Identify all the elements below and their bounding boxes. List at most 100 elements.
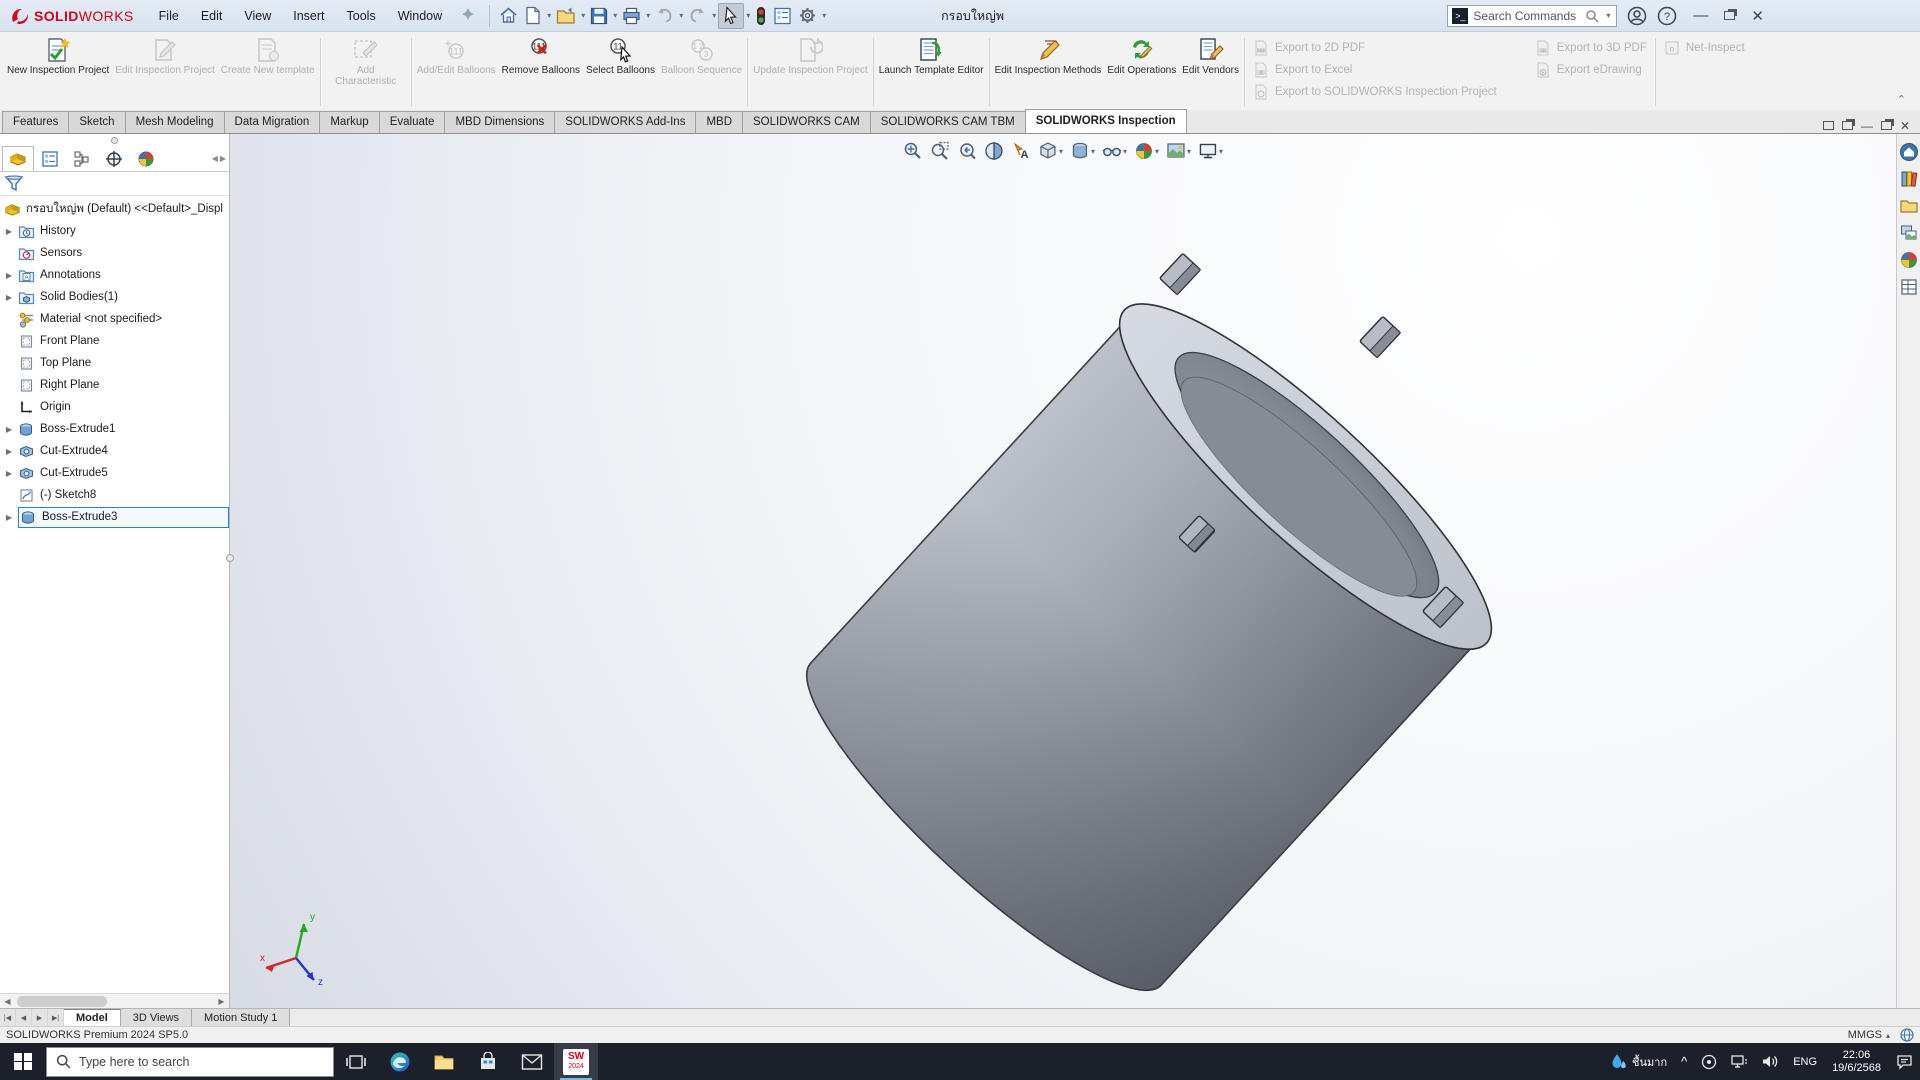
microsoft-store-icon[interactable] [466,1043,510,1080]
tree-item-sketch8[interactable]: (-) Sketch8 [0,484,229,506]
tab-solidworks-inspection[interactable]: SOLIDWORKS Inspection [1025,109,1187,133]
export-excel-button[interactable]: X Export to Excel [1253,60,1497,79]
new-inspection-project-button[interactable]: New Inspection Project [4,34,112,110]
units-selector[interactable]: MMGS▴ [1848,1029,1890,1041]
export-edrawing-button[interactable]: e Export eDrawing [1535,60,1647,79]
tree-item-history[interactable]: ▶ History [0,220,229,242]
export-solidworks-inspection-project-button[interactable]: Export to SOLIDWORKS Inspection Project [1253,82,1497,101]
menu-edit[interactable]: Edit [190,0,234,32]
edit-inspection-methods-button[interactable]: Edit Inspection Methods [992,34,1105,110]
tree-item-cut-extrude5[interactable]: ▶ Cut-Extrude5 [0,462,229,484]
solidworks-app-taskbar-icon[interactable]: SW 2024 [554,1043,598,1080]
panel-horizontal-scrollbar[interactable]: ◀ ▶ [0,993,229,1008]
edge-browser-icon[interactable] [378,1043,422,1080]
ribbon-collapse-chevron[interactable]: ⌃ [1887,89,1916,110]
graphics-viewport[interactable]: A ▾ ▾ ▾ ▾ [230,134,1896,1008]
tab-solidworks-cam-tbm[interactable]: SOLIDWORKS CAM TBM [870,111,1026,133]
selection-filter-button[interactable] [752,3,770,29]
meet-now-icon[interactable] [1694,1043,1724,1080]
edit-appearance-button[interactable]: ▾ [1132,139,1161,163]
launch-template-editor-button[interactable]: Launch Template Editor [876,34,987,110]
volume-icon[interactable] [1755,1043,1786,1080]
select-balloons-button[interactable]: 11 Select Balloons [583,34,658,110]
start-button[interactable] [0,1043,46,1080]
dimxpert-manager-tab[interactable] [98,146,130,171]
custom-properties-icon[interactable] [1899,277,1919,297]
mail-icon[interactable] [510,1043,554,1080]
add-characteristic-button[interactable]: Add Characteristic [323,34,409,110]
zoom-to-area-button[interactable] [928,139,952,163]
next-tab-nav-button[interactable]: ▶ [32,1009,48,1026]
tab-mesh-modeling[interactable]: Mesh Modeling [125,111,225,133]
redo-dropdown[interactable]: ▾ [710,11,718,20]
tree-item-right-plane[interactable]: Right Plane [0,374,229,396]
search-scope-dropdown[interactable]: ▾ [1604,11,1612,20]
tree-item-boss-extrude3[interactable]: ▶ Boss-Extrude3 [0,506,229,528]
hide-show-items-button[interactable]: ▾ [1100,139,1129,163]
dropdown-caret[interactable]: ▾ [1187,147,1191,156]
new-document-dropdown[interactable]: ▾ [545,11,553,20]
dropdown-caret[interactable]: ▾ [1091,147,1095,156]
doc-minimize-button[interactable]: — [1861,119,1873,133]
tab-markup[interactable]: Markup [319,111,379,133]
network-icon[interactable] [1724,1043,1755,1080]
section-view-button[interactable] [982,139,1006,163]
dropdown-caret[interactable]: ▾ [1059,147,1063,156]
tab-data-migration[interactable]: Data Migration [224,111,321,133]
expand-arrow-icon[interactable]: ▶ [0,293,18,302]
language-indicator[interactable]: ENG [1786,1043,1824,1080]
file-explorer-taskbar-icon[interactable] [422,1043,466,1080]
redo-button[interactable] [685,3,710,29]
select-tool-button[interactable] [718,3,744,29]
taskbar-search-box[interactable]: Type here to search [46,1047,334,1077]
tree-root-part[interactable]: กรอบใหญ่พ (Default) <<Default>_Displ [0,198,229,220]
design-library-icon[interactable] [1899,169,1919,189]
display-manager-tab[interactable] [130,146,162,171]
view-settings-button[interactable]: ▾ [1196,139,1225,163]
search-icon[interactable] [1585,9,1599,23]
web-status-icon[interactable] [1900,1028,1914,1042]
motion-study-tab[interactable]: Motion Study 1 [192,1009,290,1026]
rim-tab[interactable] [1160,253,1201,294]
menu-file[interactable]: File [148,0,190,32]
expand-arrow-icon[interactable]: ▶ [0,513,18,522]
edit-operations-button[interactable]: Edit Operations [1104,34,1179,110]
remove-balloons-button[interactable]: 111 Remove Balloons [499,34,583,110]
3d-views-tab[interactable]: 3D Views [121,1009,192,1026]
cylinder-part[interactable] [767,253,1529,1008]
tree-item-origin[interactable]: Origin [0,396,229,418]
rim-tab[interactable] [1360,316,1401,357]
edit-vendors-button[interactable]: Edit Vendors [1179,34,1242,110]
model-tab[interactable]: Model [64,1009,121,1026]
task-view-button[interactable] [334,1043,378,1080]
previous-view-button[interactable] [955,139,979,163]
tab-sketch[interactable]: Sketch [68,111,125,133]
print-dropdown[interactable]: ▾ [644,11,652,20]
add-edit-balloons-button[interactable]: 111 Add/Edit Balloons [414,34,499,110]
property-manager-tab[interactable] [34,146,66,171]
doc-tile-left-icon[interactable] [1823,119,1834,133]
tab-evaluate[interactable]: Evaluate [379,111,446,133]
last-tab-nav-button[interactable]: ▶| [48,1009,64,1026]
create-new-template-button[interactable]: Create New template [218,34,318,110]
tab-mbd-dimensions[interactable]: MBD Dimensions [444,111,555,133]
clock[interactable]: 22:06 19/6/2568 [1824,1049,1889,1075]
panel-vertical-splitter-grip[interactable] [226,554,234,562]
prev-tab-nav-button[interactable]: ◀ [16,1009,32,1026]
save-dropdown[interactable]: ▾ [611,11,619,20]
scroll-right-arrow[interactable]: ▶ [214,997,229,1006]
undo-button[interactable] [652,3,677,29]
configuration-manager-tab[interactable] [66,146,98,171]
first-tab-nav-button[interactable]: |◀ [0,1009,16,1026]
scroll-left-arrow[interactable]: ◀ [0,997,15,1006]
tree-item-cut-extrude4[interactable]: ▶ Cut-Extrude4 [0,440,229,462]
tab-mbd[interactable]: MBD [695,111,743,133]
view-orientation-button[interactable]: ▾ [1036,139,1065,163]
command-search-box[interactable]: >_ Search Commands ▾ [1447,5,1617,27]
expand-arrow-icon[interactable]: ▶ [0,447,18,456]
doc-restore-button[interactable] [1881,119,1892,133]
dropdown-caret[interactable]: ▾ [1123,147,1127,156]
tree-item-sensors[interactable]: Sensors [0,242,229,264]
minimize-button[interactable]: — [1687,7,1714,24]
hidden-icons-button[interactable]: ^ [1674,1043,1694,1080]
